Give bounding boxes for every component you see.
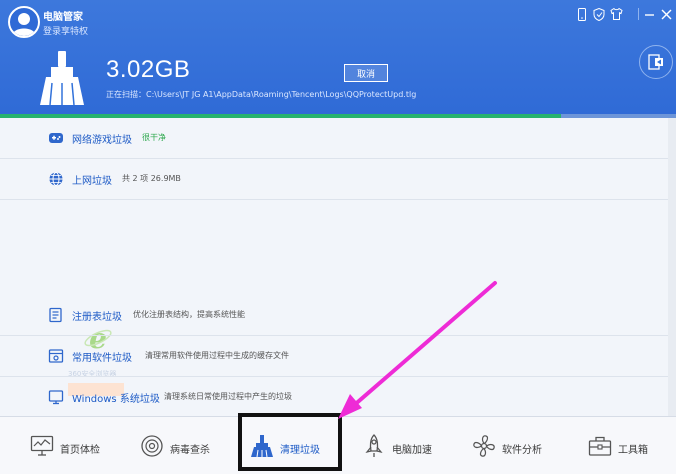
fan-icon — [472, 434, 496, 458]
nav-virus-scan[interactable]: 病毒查杀 — [140, 417, 230, 474]
nav-software-analysis[interactable]: 软件分析 — [472, 417, 562, 474]
cancel-button[interactable]: 取消 — [344, 64, 388, 82]
row-desc: 清理常用软件使用过程中生成的缓存文件 — [145, 351, 289, 360]
junk-category-list: 网络游戏垃圾 很干净 上网垃圾 共 2 项 26.9MB e 360安全浏览器 … — [0, 118, 676, 418]
row-game-junk[interactable]: 网络游戏垃圾 很干净 — [0, 118, 668, 159]
broom-icon — [40, 51, 84, 105]
nav-label: 病毒查杀 — [170, 445, 210, 456]
exit-icon[interactable] — [639, 45, 673, 79]
nav-speedup[interactable]: 电脑加速 — [362, 417, 452, 474]
list-scrollbar[interactable] — [668, 118, 676, 416]
nav-label: 首页体检 — [60, 445, 100, 456]
login-link[interactable]: 登录享特权 — [43, 24, 88, 37]
close-icon[interactable] — [659, 7, 673, 21]
titlebar-divider — [638, 8, 639, 20]
globe-icon — [48, 171, 64, 187]
bottom-nav: 首页体检 病毒查杀 清理垃圾 电脑加速 软件分析 工具箱 — [0, 416, 676, 474]
row-name: 注册表垃圾 — [72, 312, 122, 323]
row-windows-junk[interactable]: Windows 系统垃圾 清理系统日常使用过程中产生的垃圾 — [0, 377, 668, 418]
row-name: 常用软件垃圾 — [72, 353, 132, 364]
nav-label: 工具箱 — [618, 445, 648, 456]
software-icon — [48, 348, 64, 364]
row-name: 网络游戏垃圾 — [72, 135, 132, 146]
phone-icon[interactable] — [575, 7, 589, 21]
row-desc: 共 2 项 26.9MB — [122, 174, 181, 183]
gamepad-icon — [48, 130, 64, 146]
nav-clean-junk[interactable]: 清理垃圾 — [250, 417, 340, 474]
shirt-icon[interactable] — [609, 7, 623, 21]
scan-path: 正在扫描：C:\Users\JT JG A1\AppData\Roaming\T… — [106, 90, 417, 99]
row-desc: 清理系统日常使用过程中产生的垃圾 — [164, 392, 292, 401]
broom-icon — [250, 434, 274, 458]
windows-icon — [48, 389, 64, 405]
row-name: 上网垃圾 — [72, 176, 112, 187]
nav-label: 清理垃圾 — [280, 445, 320, 456]
shield-icon[interactable] — [592, 7, 606, 21]
row-registry-junk[interactable]: 注册表垃圾 优化注册表结构，提高系统性能 — [0, 295, 668, 336]
monitor-icon — [30, 434, 54, 458]
registry-icon — [48, 307, 64, 323]
row-web-junk[interactable]: 上网垃圾 共 2 项 26.9MB — [0, 159, 668, 200]
minimize-icon[interactable] — [642, 7, 656, 21]
app-window: 电脑管家 登录享特权 3.02GB 取消 正在扫描：C:\Users\JT JG… — [0, 0, 676, 474]
avatar[interactable] — [8, 6, 40, 38]
app-title: 电脑管家 — [43, 12, 83, 23]
row-software-junk[interactable]: 常用软件垃圾 清理常用软件使用过程中生成的缓存文件 — [0, 336, 668, 377]
rocket-icon — [362, 434, 386, 458]
nav-label: 软件分析 — [502, 445, 542, 456]
header-panel: 电脑管家 登录享特权 3.02GB 取消 正在扫描：C:\Users\JT JG… — [0, 0, 676, 118]
nav-label: 电脑加速 — [392, 445, 432, 456]
virus-scan-icon — [140, 434, 164, 458]
nav-toolbox[interactable]: 工具箱 — [588, 417, 668, 474]
row-desc: 优化注册表结构，提高系统性能 — [133, 310, 245, 319]
row-name: Windows 系统垃圾 — [72, 394, 160, 405]
scan-size: 3.02GB — [106, 56, 191, 83]
nav-home-checkup[interactable]: 首页体检 — [30, 417, 120, 474]
row-desc: 很干净 — [142, 133, 166, 142]
toolbox-icon — [588, 434, 612, 458]
user-icon — [12, 13, 36, 36]
